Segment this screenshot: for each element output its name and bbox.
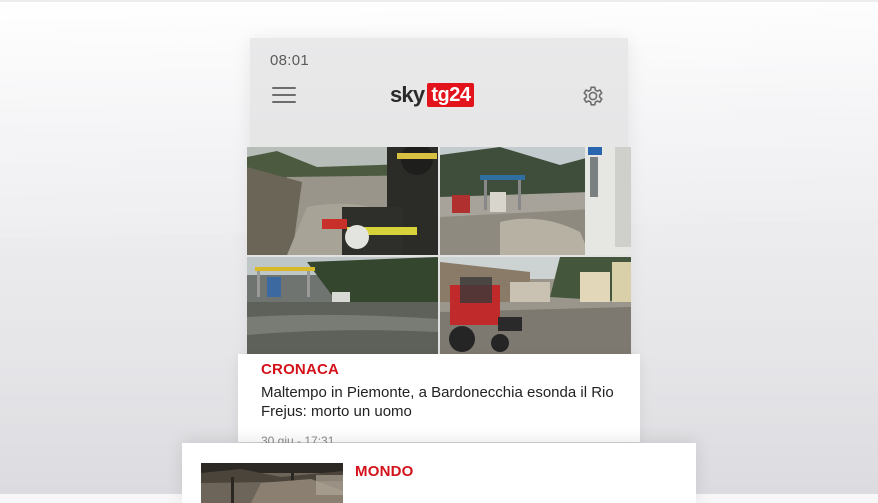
flooded-gas-station-photo: [440, 147, 631, 255]
article-headline[interactable]: Maltempo in Piemonte, a Bardonecchia eso…: [261, 383, 621, 421]
article-category: CRONACA: [261, 361, 340, 378]
flood-firefighter-photo: [247, 147, 438, 255]
hero-photo-grid[interactable]: [247, 147, 631, 354]
article-category: MONDO: [355, 463, 414, 480]
article-card-2[interactable]: MONDO: [182, 443, 696, 503]
flooded-road-photo: [247, 257, 438, 354]
logo-sky-text: sky: [390, 82, 425, 107]
background-top-line: [0, 0, 878, 2]
status-time: 08:01: [270, 52, 310, 69]
skytg24-logo: sky tg24: [390, 82, 475, 108]
hamburger-menu-icon[interactable]: [272, 86, 296, 104]
logo-tg24-text: tg24: [427, 83, 475, 107]
tractor-mud-street-photo: [440, 257, 631, 354]
article-card-1[interactable]: CRONACA Maltempo in Piemonte, a Bardonec…: [238, 354, 640, 448]
gear-icon[interactable]: [580, 83, 606, 109]
article-thumbnail: [201, 463, 343, 503]
